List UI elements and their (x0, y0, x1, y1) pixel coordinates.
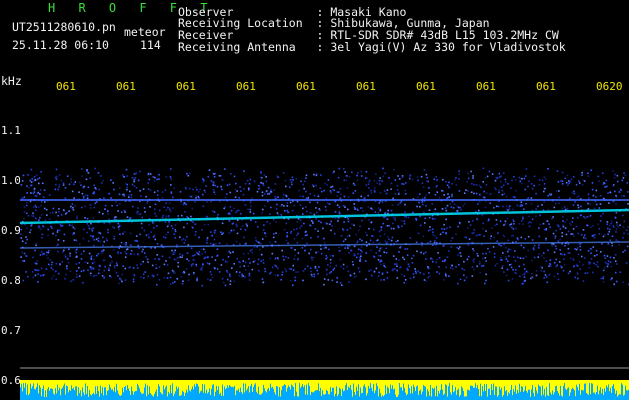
antenna-line: Receiving Antenna : 3el Yagi(V) Az 330 f… (178, 40, 566, 54)
time-tick-9: 061 (536, 80, 556, 93)
time-tick-10: 0620 (596, 80, 623, 93)
hrofft-display: H R O F F T UT2511280610.pn meteor 25.11… (0, 0, 629, 400)
time-tick-5: 061 (296, 80, 316, 93)
file-name: UT2511280610.pn (12, 20, 116, 34)
spectrogram (20, 96, 629, 400)
freq-label-1-1: 1.1 (1, 124, 21, 137)
time-tick-6: 061 (356, 80, 376, 93)
time-tick-7: 061 (416, 80, 436, 93)
freq-label-0-8: 0.8 (1, 274, 21, 287)
freq-label-0-7: 0.7 (1, 324, 21, 337)
meteor-label: meteor (124, 25, 166, 39)
freq-label-0-9: 0.9 (1, 224, 21, 237)
meteor-count: 114 (140, 38, 161, 52)
time-tick-1: 061 (56, 80, 76, 93)
time-tick-3: 061 (176, 80, 196, 93)
freq-label-0-6: 0.6 (1, 374, 21, 387)
frequency-unit: kHz (1, 74, 22, 88)
time-tick-8: 061 (476, 80, 496, 93)
time-tick-4: 061 (236, 80, 256, 93)
time-tick-2: 061 (116, 80, 136, 93)
freq-label-1-0: 1.0 (1, 174, 21, 187)
date-time: 25.11.28 06:10 (12, 38, 109, 52)
